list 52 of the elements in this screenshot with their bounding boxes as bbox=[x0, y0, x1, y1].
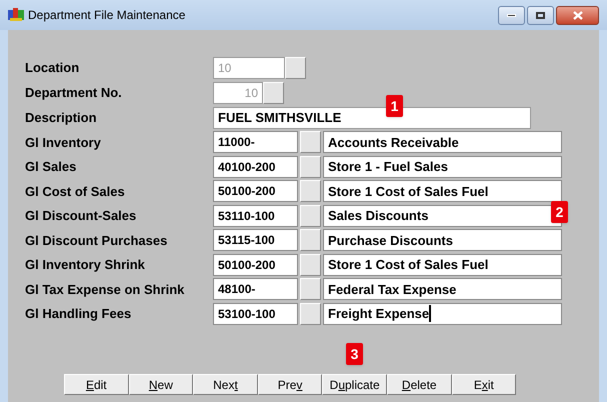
lookup-button[interactable] bbox=[263, 82, 284, 104]
lookup-button[interactable] bbox=[300, 254, 321, 276]
account-code-field[interactable]: 11000- bbox=[213, 131, 298, 154]
toolbar-button[interactable]: Prev bbox=[258, 374, 322, 395]
account-name-field[interactable]: Store 1 - Fuel Sales bbox=[323, 156, 562, 178]
toolbar-button[interactable]: Delete bbox=[386, 374, 452, 395]
close-button[interactable] bbox=[556, 6, 599, 24]
lookup-button[interactable] bbox=[300, 204, 321, 227]
field-label: Gl Discount-Sales bbox=[25, 207, 138, 225]
window-title: Department File Maintenance bbox=[28, 7, 186, 24]
maximize-button[interactable] bbox=[527, 6, 554, 24]
account-code-field[interactable]: 53110-100 bbox=[213, 204, 298, 227]
account-code-field[interactable]: 40100-200 bbox=[213, 156, 298, 178]
toolbar-button[interactable]: Exit bbox=[452, 374, 516, 395]
field-label: Location bbox=[25, 58, 80, 77]
toolbar-button[interactable]: New bbox=[128, 374, 194, 395]
lookup-button[interactable] bbox=[300, 131, 321, 154]
field-label: Gl Inventory Shrink bbox=[25, 256, 146, 274]
lookup-button[interactable] bbox=[300, 278, 321, 300]
close-icon bbox=[572, 10, 582, 20]
field-label: Gl Inventory bbox=[25, 134, 102, 152]
lookup-button[interactable] bbox=[300, 229, 321, 252]
account-code-field[interactable]: 53100-100 bbox=[213, 302, 298, 325]
app-icon bbox=[8, 8, 24, 22]
field-label: Department No. bbox=[25, 84, 123, 102]
toolbar-button[interactable]: Edit bbox=[64, 374, 129, 395]
callout-badge: 2 bbox=[551, 201, 568, 223]
field-label: Gl Cost of Sales bbox=[25, 182, 126, 200]
field-label: Gl Discount Purchases bbox=[25, 232, 168, 250]
account-code-field[interactable]: 50100-200 bbox=[213, 180, 298, 202]
callout-badge: 3 bbox=[346, 343, 363, 365]
field-label: Gl Sales bbox=[25, 158, 78, 176]
lookup-button[interactable] bbox=[285, 56, 306, 78]
toolbar-button[interactable]: Duplicate bbox=[322, 374, 387, 395]
lookup-button[interactable] bbox=[300, 180, 321, 202]
account-name-field[interactable]: Federal Tax Expense bbox=[323, 278, 562, 300]
lookup-button[interactable] bbox=[300, 156, 321, 178]
field-label: Description bbox=[25, 108, 98, 127]
account-code-field[interactable]: 53115-100 bbox=[213, 229, 298, 252]
account-code-field[interactable]: 50100-200 bbox=[213, 254, 298, 276]
toolbar-button[interactable]: Next bbox=[193, 374, 258, 395]
account-name-field[interactable]: Freight Expense bbox=[323, 302, 562, 325]
minimize-button[interactable] bbox=[498, 6, 525, 24]
account-name-field[interactable]: Store 1 Cost of Sales Fuel bbox=[323, 254, 562, 276]
field-label: Gl Tax Expense on Shrink bbox=[25, 280, 186, 299]
field-label: Gl Handling Fees bbox=[25, 305, 132, 323]
account-name-field[interactable]: Purchase Discounts bbox=[323, 229, 562, 252]
account-name-field[interactable]: Store 1 Cost of Sales Fuel bbox=[323, 180, 562, 202]
account-code-field[interactable]: 48100- bbox=[213, 278, 298, 300]
callout-badge: 1 bbox=[386, 95, 403, 117]
lookup-button[interactable] bbox=[300, 302, 321, 325]
account-name-field[interactable]: Accounts Receivable bbox=[323, 131, 562, 154]
